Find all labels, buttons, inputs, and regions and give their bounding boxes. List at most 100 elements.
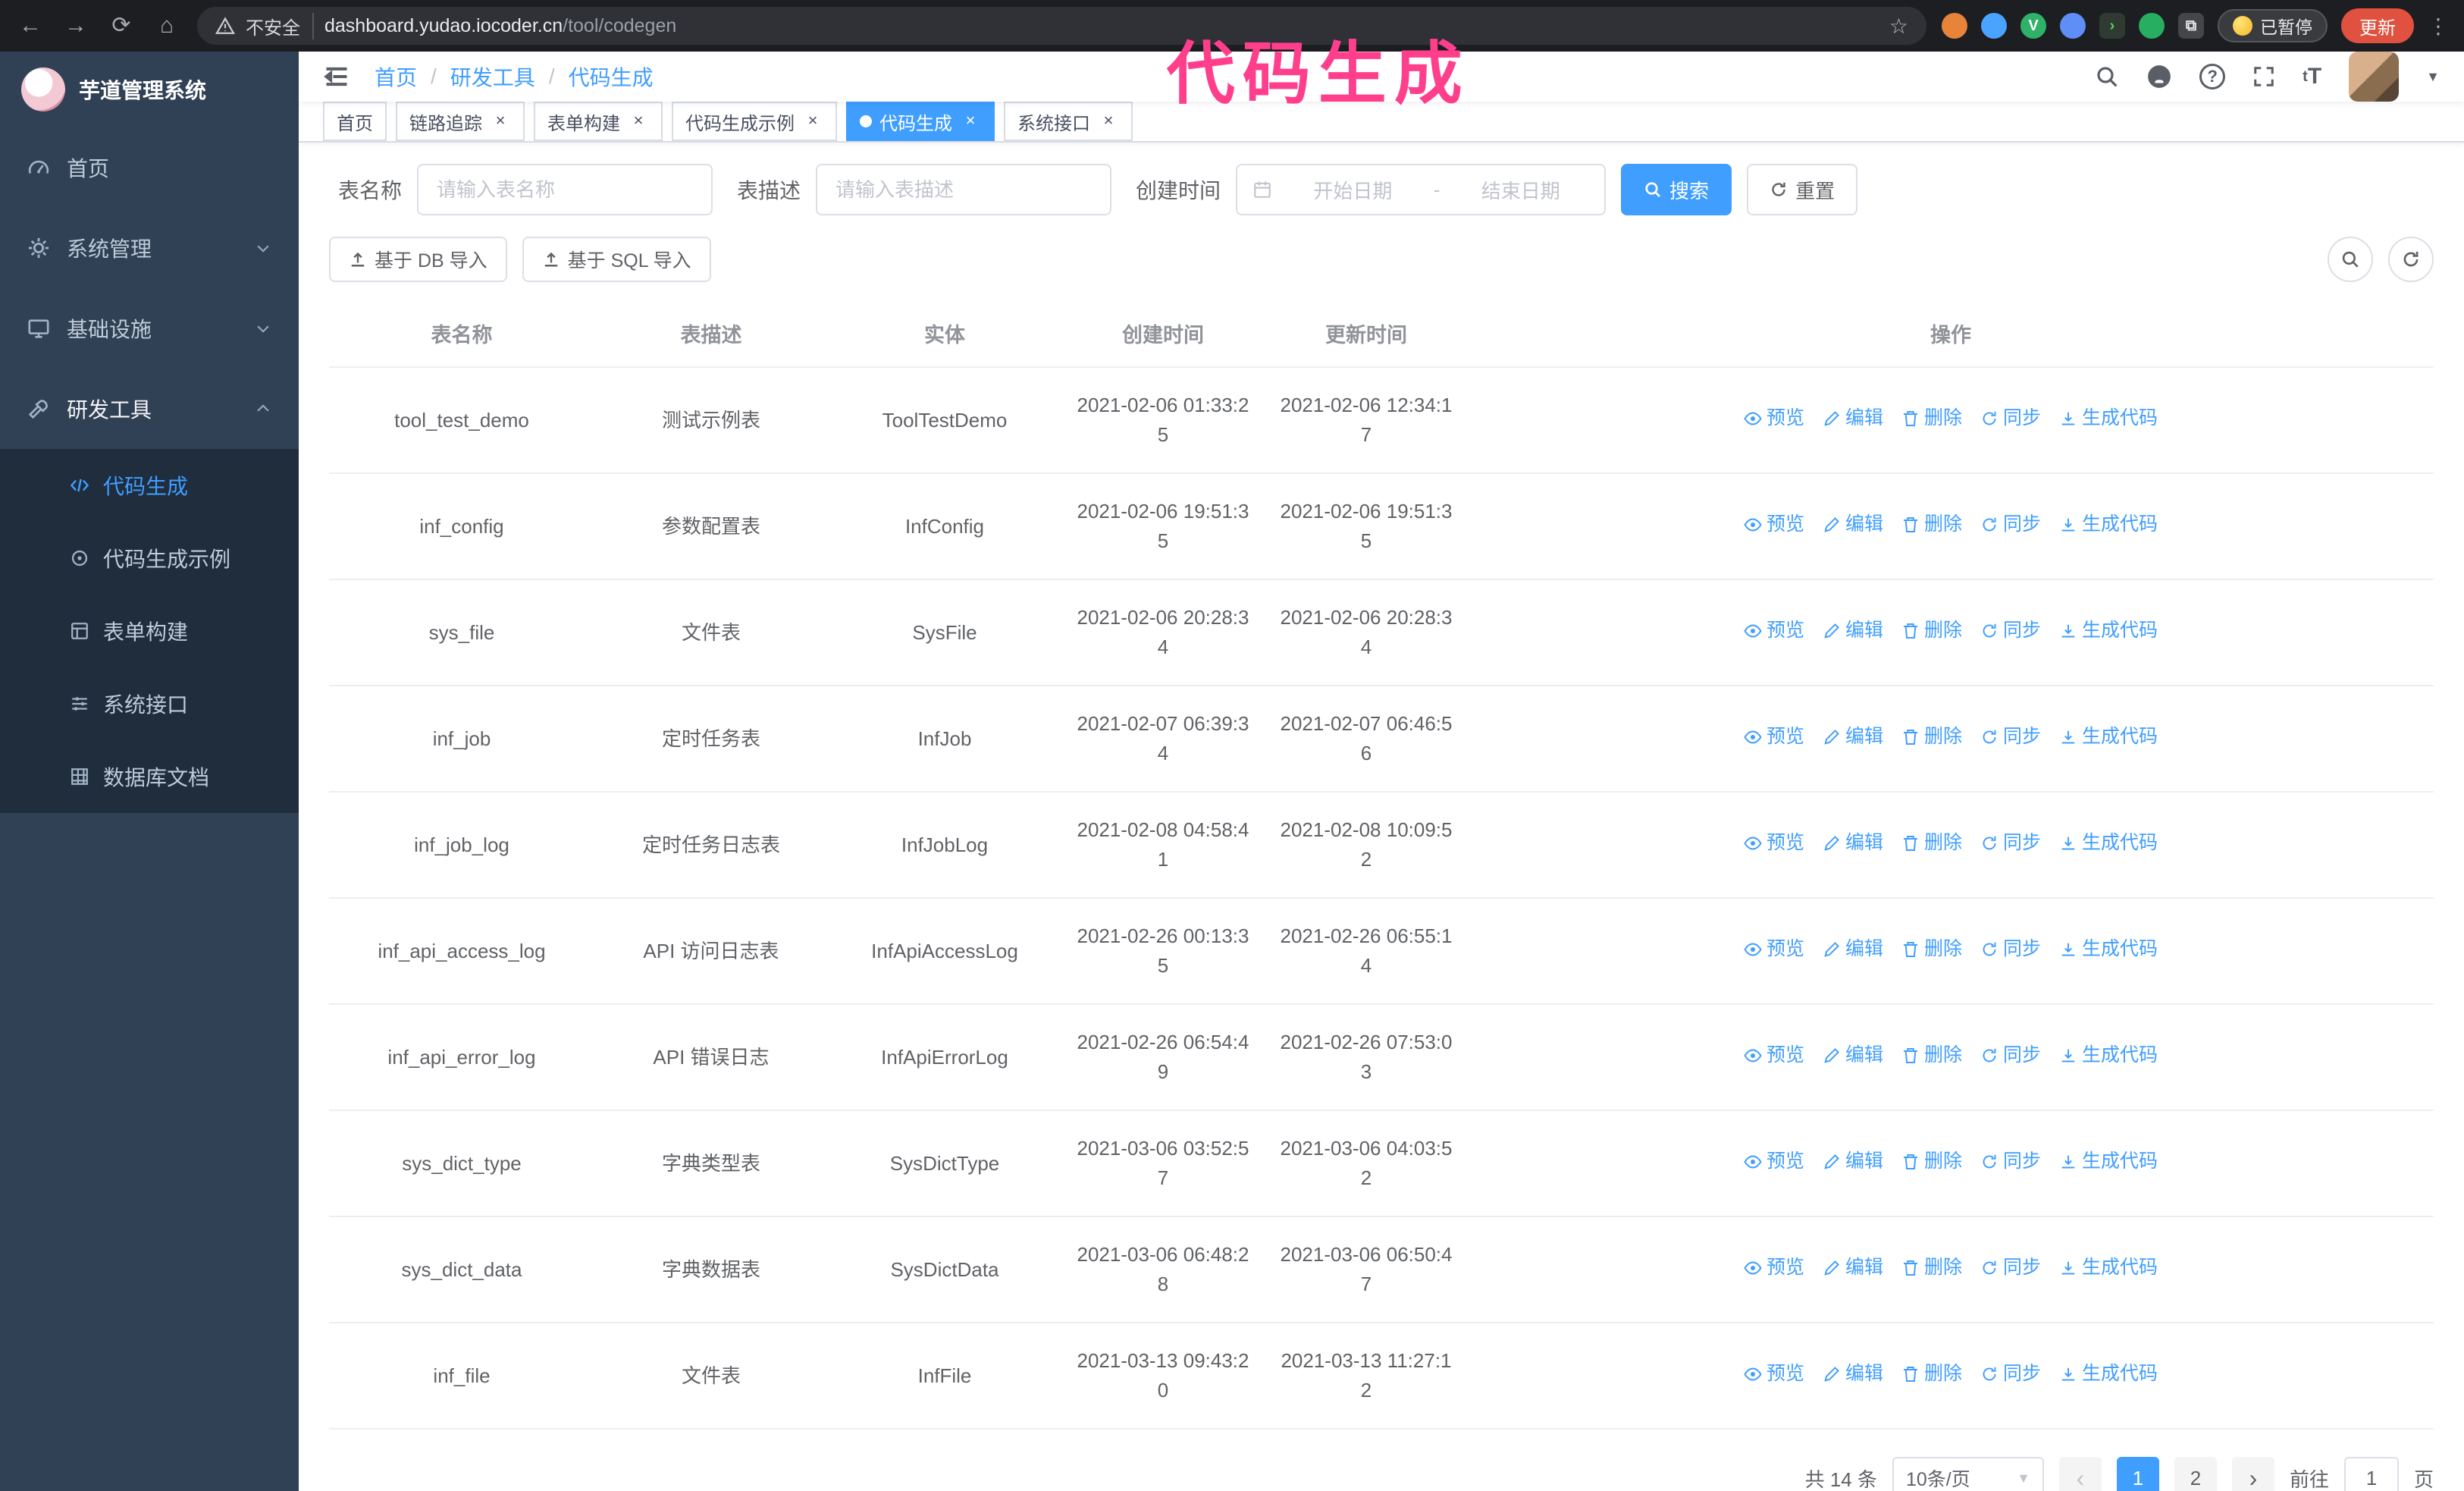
preview-link[interactable]: 预览 — [1744, 617, 1804, 645]
preview-link[interactable]: 预览 — [1744, 829, 1804, 858]
tab[interactable]: 表单构建 × — [534, 102, 663, 141]
goto-page-input[interactable] — [2343, 1457, 2399, 1491]
edit-link[interactable]: 编辑 — [1823, 1041, 1883, 1070]
edit-link[interactable]: 编辑 — [1823, 935, 1883, 964]
prev-page-button[interactable]: ‹ — [2058, 1457, 2102, 1491]
generate-code-link[interactable]: 生成代码 — [2059, 1254, 2158, 1282]
refresh-icon[interactable] — [2388, 237, 2434, 282]
extension-icon-green-v[interactable]: V — [2020, 13, 2046, 39]
generate-code-link[interactable]: 生成代码 — [2059, 1147, 2158, 1176]
date-range-picker[interactable]: 开始日期 - 结束日期 — [1236, 164, 1607, 215]
sidebar-item-codegen[interactable]: 代码生成 — [0, 449, 299, 522]
sidebar-item-home[interactable]: 首页 — [0, 127, 299, 208]
github-icon[interactable] — [2146, 64, 2172, 89]
font-size-icon[interactable]: tT — [2303, 64, 2321, 89]
delete-link[interactable]: 删除 — [1901, 829, 1962, 858]
close-icon[interactable]: × — [802, 111, 823, 132]
generate-code-link[interactable]: 生成代码 — [2059, 404, 2158, 433]
preview-link[interactable]: 预览 — [1744, 404, 1804, 433]
bookmark-star-icon[interactable]: ☆ — [1889, 14, 1908, 39]
preview-link[interactable]: 预览 — [1744, 723, 1804, 752]
delete-link[interactable]: 删除 — [1901, 404, 1962, 433]
db-import-button[interactable]: 基于 DB 导入 — [329, 237, 507, 282]
extension-icon-blue-drop[interactable] — [1981, 13, 2007, 39]
generate-code-link[interactable]: 生成代码 — [2059, 723, 2158, 752]
search-icon[interactable] — [2095, 64, 2119, 89]
sidebar-item-infra[interactable]: 基础设施 — [0, 288, 299, 369]
sidebar-item-devtools[interactable]: 研发工具 — [0, 369, 299, 449]
preview-link[interactable]: 预览 — [1744, 1041, 1804, 1070]
sidebar-item-form-builder[interactable]: 表单构建 — [0, 595, 299, 667]
edit-link[interactable]: 编辑 — [1823, 404, 1883, 433]
sidebar-logo[interactable]: 芋道管理系统 — [0, 52, 299, 127]
sync-link[interactable]: 同步 — [1980, 1147, 2041, 1176]
paused-badge[interactable]: 已暂停 — [2218, 9, 2328, 42]
tab[interactable]: 首页 × — [323, 102, 387, 141]
extension-icon-orange[interactable] — [1942, 13, 1967, 39]
delete-link[interactable]: 删除 — [1901, 935, 1962, 964]
start-date-input[interactable]: 开始日期 — [1284, 176, 1422, 204]
sync-link[interactable]: 同步 — [1980, 404, 2041, 433]
close-icon[interactable]: × — [1098, 111, 1119, 132]
close-icon[interactable]: × — [960, 111, 981, 132]
edit-link[interactable]: 编辑 — [1823, 617, 1883, 645]
generate-code-link[interactable]: 生成代码 — [2059, 617, 2158, 645]
extensions-puzzle-icon[interactable]: ⧉ — [2178, 13, 2204, 39]
edit-link[interactable]: 编辑 — [1823, 510, 1883, 539]
url-text[interactable]: dashboard.yudao.iocoder.cn/tool/codegen — [324, 15, 1879, 37]
forward-icon[interactable]: → — [61, 14, 91, 37]
preview-link[interactable]: 预览 — [1744, 1254, 1804, 1282]
sync-link[interactable]: 同步 — [1980, 935, 2041, 964]
delete-link[interactable]: 删除 — [1901, 1147, 1962, 1176]
delete-link[interactable]: 删除 — [1901, 723, 1962, 752]
hamburger-icon[interactable] — [323, 63, 350, 90]
address-bar[interactable]: 不安全 dashboard.yudao.iocoder.cn/tool/code… — [197, 7, 1926, 45]
delete-link[interactable]: 删除 — [1901, 1041, 1962, 1070]
edit-link[interactable]: 编辑 — [1823, 1254, 1883, 1282]
sidebar-item-db-doc[interactable]: 数据库文档 — [0, 740, 299, 813]
sync-link[interactable]: 同步 — [1980, 510, 2041, 539]
tab[interactable]: 代码生成示例 × — [672, 102, 837, 141]
preview-link[interactable]: 预览 — [1744, 935, 1804, 964]
search-button[interactable]: 搜索 — [1621, 164, 1732, 215]
extension-icon-terminal[interactable]: › — [2099, 13, 2125, 39]
generate-code-link[interactable]: 生成代码 — [2059, 510, 2158, 539]
next-page-button[interactable]: › — [2231, 1457, 2274, 1491]
delete-link[interactable]: 删除 — [1901, 1254, 1962, 1282]
home-icon[interactable]: ⌂ — [152, 14, 182, 37]
table-desc-input[interactable] — [816, 164, 1112, 215]
extension-icon-people[interactable] — [2060, 13, 2086, 39]
delete-link[interactable]: 删除 — [1901, 510, 1962, 539]
sync-link[interactable]: 同步 — [1980, 723, 2041, 752]
table-name-input[interactable] — [417, 164, 713, 215]
sidebar-item-system[interactable]: 系统管理 — [0, 208, 299, 288]
generate-code-link[interactable]: 生成代码 — [2059, 829, 2158, 858]
preview-link[interactable]: 预览 — [1744, 510, 1804, 539]
preview-link[interactable]: 预览 — [1744, 1147, 1804, 1176]
sync-link[interactable]: 同步 — [1980, 829, 2041, 858]
toggle-search-icon[interactable] — [2328, 237, 2373, 282]
reset-button[interactable]: 重置 — [1747, 164, 1858, 215]
close-icon[interactable]: × — [628, 111, 649, 132]
delete-link[interactable]: 删除 — [1901, 1360, 1962, 1389]
page-size-select[interactable]: 10条/页 ▼ — [1892, 1457, 2044, 1491]
end-date-input[interactable]: 结束日期 — [1452, 176, 1589, 204]
sidebar-item-system-api[interactable]: 系统接口 — [0, 667, 299, 740]
update-button[interactable]: 更新 — [2341, 8, 2414, 43]
tab[interactable]: 链路追踪 × — [396, 102, 525, 141]
preview-link[interactable]: 预览 — [1744, 1360, 1804, 1389]
avatar-caret-icon[interactable]: ▼ — [2426, 69, 2440, 85]
delete-link[interactable]: 删除 — [1901, 617, 1962, 645]
user-avatar[interactable] — [2349, 52, 2400, 102]
sync-link[interactable]: 同步 — [1980, 617, 2041, 645]
page-button-1[interactable]: 1 — [2116, 1457, 2159, 1491]
page-button-2[interactable]: 2 — [2174, 1457, 2217, 1491]
security-label[interactable]: 不安全 — [246, 12, 314, 39]
generate-code-link[interactable]: 生成代码 — [2059, 1360, 2158, 1389]
edit-link[interactable]: 编辑 — [1823, 829, 1883, 858]
breadcrumb-home[interactable]: 首页 — [375, 61, 417, 92]
back-icon[interactable]: ← — [15, 14, 45, 37]
sync-link[interactable]: 同步 — [1980, 1254, 2041, 1282]
sync-link[interactable]: 同步 — [1980, 1360, 2041, 1389]
edit-link[interactable]: 编辑 — [1823, 1360, 1883, 1389]
